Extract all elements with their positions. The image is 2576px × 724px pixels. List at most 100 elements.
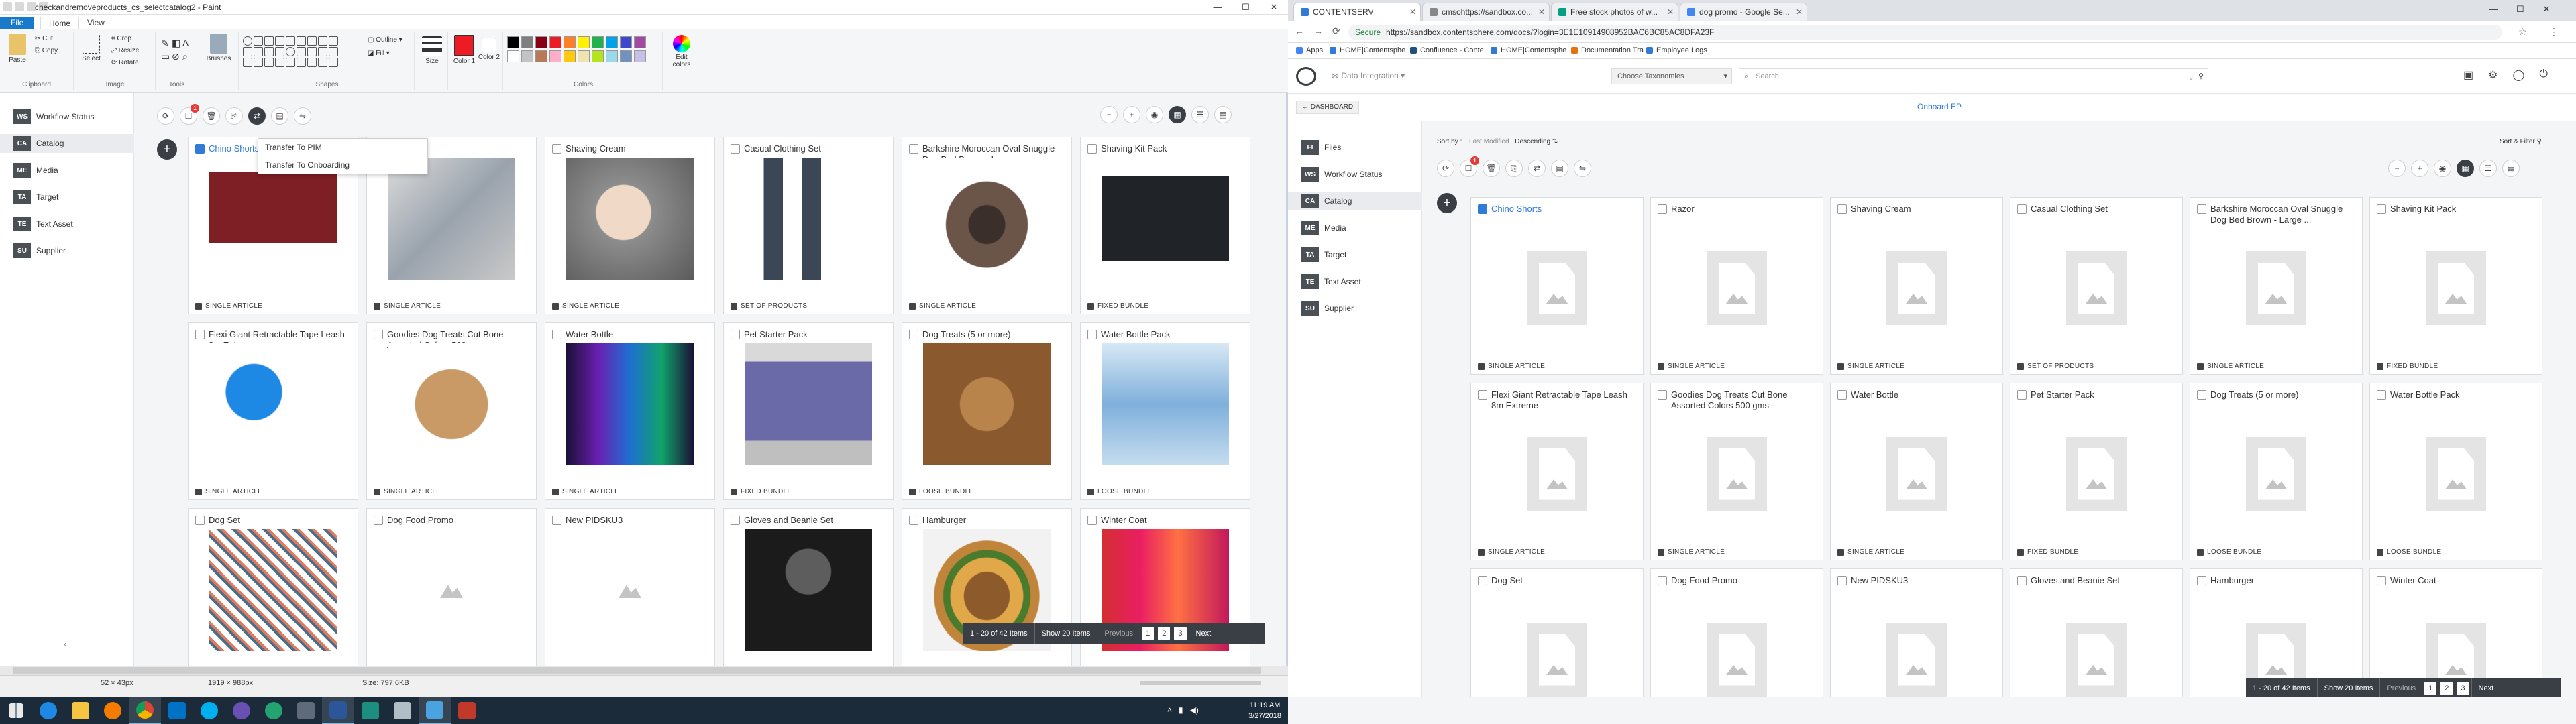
outline-dropdown[interactable]: ▢ Outline ▾ bbox=[368, 36, 402, 44]
sidebar-item-media[interactable]: ME Media bbox=[1301, 219, 1346, 237]
paint-canvas-image[interactable]: WS Workflow Status CA Catalog ME Media TA Ta… bbox=[0, 93, 1286, 686]
delete-icon[interactable]: 🗑 bbox=[203, 107, 220, 125]
product-checkbox[interactable] bbox=[731, 516, 740, 525]
preview-icon[interactable]: ◉ bbox=[1146, 106, 1163, 123]
product-checkbox[interactable] bbox=[2017, 204, 2027, 214]
palette-swatch[interactable] bbox=[564, 36, 576, 48]
text-icon[interactable]: A bbox=[182, 38, 189, 48]
app-icon-purple[interactable] bbox=[225, 697, 258, 724]
refresh-icon[interactable]: ⟳ bbox=[1437, 160, 1454, 177]
page-1-button[interactable]: 1 bbox=[2424, 682, 2437, 695]
sidebar-item-workflow-status[interactable]: WS Workflow Status bbox=[1301, 165, 1382, 184]
bookmark-confluence[interactable]: Confluence - Conte bbox=[1410, 46, 1484, 54]
sync-icon[interactable]: ⇋ bbox=[294, 107, 311, 125]
app-icon-green[interactable] bbox=[258, 697, 290, 724]
skype-icon[interactable] bbox=[193, 697, 225, 724]
pencil-icon[interactable]: ✎ bbox=[161, 38, 169, 49]
paint-horizontal-scrollbar[interactable] bbox=[0, 666, 1288, 675]
add-button[interactable]: + bbox=[157, 139, 177, 160]
palette-swatch[interactable] bbox=[564, 50, 576, 62]
delete-icon[interactable]: 🗑 bbox=[1483, 160, 1500, 177]
transfer-icon[interactable]: ⇄ bbox=[248, 107, 266, 125]
product-checkbox[interactable] bbox=[1478, 390, 1487, 400]
product-card[interactable]: Gloves and Beanie Set bbox=[723, 508, 894, 686]
product-card[interactable]: Barkshire Moroccan Oval Snuggle Dog Bed … bbox=[2190, 197, 2363, 375]
taxonomy-select[interactable]: Choose Taxonomies ▾ bbox=[1611, 68, 1732, 84]
search-input[interactable]: ⌕ Search... ▯ ⚲ bbox=[1739, 68, 2208, 84]
next-page-button[interactable]: Next bbox=[1188, 623, 1218, 644]
product-checkbox[interactable] bbox=[374, 516, 383, 525]
zoom-in-icon[interactable]: + bbox=[1123, 106, 1140, 123]
product-checkbox[interactable] bbox=[1658, 204, 1667, 214]
product-card[interactable]: Water Bottle Pack LOOSE BUNDLE bbox=[1080, 322, 1250, 500]
outlook-icon[interactable] bbox=[161, 697, 193, 724]
sidebar-item-supplier[interactable]: SU Supplier bbox=[1301, 299, 1354, 318]
product-checkbox[interactable] bbox=[1478, 204, 1487, 214]
app-icon-gray[interactable] bbox=[290, 697, 322, 724]
export-icon[interactable]: ▤ bbox=[271, 107, 288, 125]
tab-stock-photos[interactable]: Free stock photos of w... ✕ bbox=[1551, 3, 1678, 21]
preview-icon[interactable]: ◉ bbox=[2434, 160, 2451, 177]
sidebar-item-text-asset[interactable]: TE Text Asset bbox=[1301, 272, 1361, 291]
product-checkbox[interactable] bbox=[195, 144, 205, 154]
grid-view-icon[interactable]: ▦ bbox=[1169, 106, 1186, 123]
previous-page-button[interactable]: Previous bbox=[1097, 623, 1140, 644]
product-card[interactable]: Hamburger bbox=[902, 508, 1072, 686]
app-icon-red[interactable] bbox=[451, 697, 483, 724]
page-2-button[interactable]: 2 bbox=[1158, 627, 1171, 640]
tab-sandbox[interactable]: cmsohttps://sandbox.co... ✕ bbox=[1422, 3, 1550, 21]
browser-window-controls[interactable]: — ☐ ✕ bbox=[2489, 4, 2551, 15]
fill-dropdown[interactable]: ◪ Fill ▾ bbox=[368, 50, 390, 57]
product-checkbox[interactable] bbox=[1087, 330, 1097, 339]
palette-swatch[interactable] bbox=[507, 36, 519, 48]
product-checkbox[interactable] bbox=[552, 144, 561, 154]
sort-filter-button[interactable]: Sort & Filter ⚲ bbox=[2500, 138, 2542, 145]
tab-file[interactable]: File bbox=[0, 17, 35, 29]
product-checkbox[interactable] bbox=[2377, 576, 2386, 585]
sidebar-item-catalog[interactable]: CA Catalog bbox=[1288, 192, 1422, 210]
forward-icon[interactable]: → bbox=[1313, 25, 1323, 37]
zoom-out-icon[interactable]: − bbox=[1100, 106, 1118, 123]
product-card[interactable]: Water Bottle Pack LOOSE BUNDLE bbox=[2369, 383, 2542, 560]
palette-swatch[interactable] bbox=[606, 50, 618, 62]
palette-swatch[interactable] bbox=[521, 50, 533, 62]
sync-icon[interactable]: ⇋ bbox=[1574, 160, 1591, 177]
size-button[interactable]: Size bbox=[420, 36, 444, 65]
product-card[interactable]: Shaving Kit Pack FIXED BUNDLE bbox=[1080, 137, 1250, 314]
page-2-button[interactable]: 2 bbox=[2440, 682, 2453, 695]
resize-button[interactable]: ⤢ Resize bbox=[111, 47, 139, 54]
page-3-button[interactable]: 3 bbox=[2457, 682, 2469, 695]
word-icon[interactable] bbox=[322, 697, 354, 724]
grid-view-icon[interactable]: ▦ bbox=[2457, 160, 2474, 177]
bookmark-employee-logs[interactable]: Employee Logs bbox=[1646, 46, 1707, 54]
product-checkbox[interactable] bbox=[1837, 390, 1847, 400]
page-1-button[interactable]: 1 bbox=[1142, 627, 1155, 640]
window-controls[interactable]: — ☐ ✕ bbox=[1203, 0, 1288, 15]
tab-contentserv[interactable]: CONTENTSERV ✕ bbox=[1293, 3, 1421, 21]
sidebar-item-target[interactable]: TA Target bbox=[13, 188, 58, 206]
product-checkbox[interactable] bbox=[909, 516, 918, 525]
product-checkbox[interactable] bbox=[1837, 576, 1847, 585]
app-icon-teal[interactable] bbox=[354, 697, 386, 724]
product-checkbox[interactable] bbox=[2377, 204, 2386, 214]
export-icon[interactable]: ▤ bbox=[1551, 160, 1568, 177]
sort-order-select[interactable]: Descending bbox=[1515, 138, 1550, 145]
previous-page-button[interactable]: Previous bbox=[2379, 678, 2422, 699]
product-card[interactable]: Shaving Cream SINGLE ARTICLE bbox=[545, 137, 715, 314]
product-card[interactable]: Razor SINGLE ARTICLE bbox=[1650, 197, 1823, 375]
palette-swatch[interactable] bbox=[578, 50, 590, 62]
sidebar-item-catalog[interactable]: CA Catalog bbox=[0, 134, 134, 153]
palette-swatch[interactable] bbox=[549, 50, 561, 62]
sidebar-item-workflow-status[interactable]: WS Workflow Status bbox=[13, 107, 94, 126]
color1-button[interactable]: Color 1 bbox=[452, 35, 476, 65]
product-card[interactable]: Casual Clothing Set SET OF PRODUCTS bbox=[723, 137, 894, 314]
rotate-button[interactable]: ⟳ Rotate bbox=[111, 59, 139, 66]
product-checkbox[interactable] bbox=[374, 330, 383, 339]
palette-swatch[interactable] bbox=[606, 36, 618, 48]
taskbar-clock[interactable]: 11:19 AM 3/27/2018 bbox=[1248, 700, 1281, 721]
tab-home[interactable]: Home bbox=[40, 17, 80, 29]
transfer-icon[interactable]: ⇄ bbox=[1528, 160, 1546, 177]
sidebar-item-target[interactable]: TA Target bbox=[1301, 245, 1346, 264]
select-button[interactable]: Select bbox=[78, 34, 105, 62]
product-card[interactable]: Pet Starter Pack FIXED BUNDLE bbox=[723, 322, 894, 500]
